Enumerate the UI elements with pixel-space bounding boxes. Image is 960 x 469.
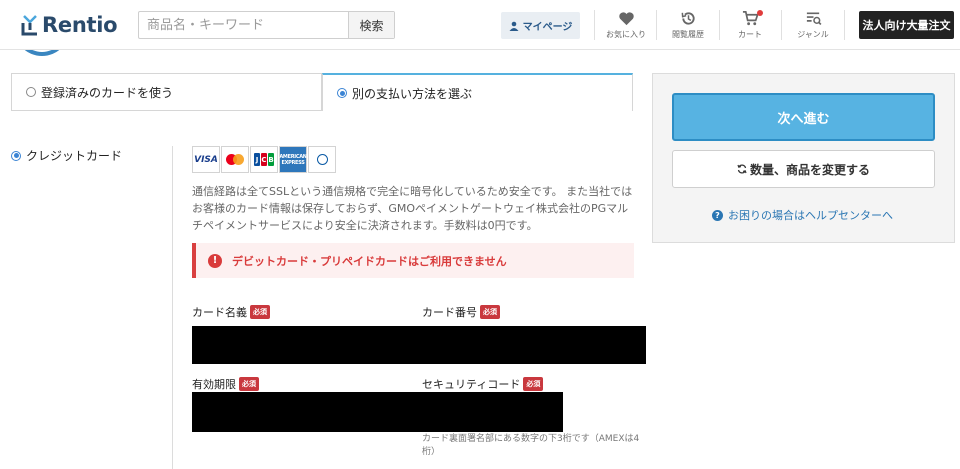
business-order-button[interactable]: 法人向け大量注文 bbox=[859, 11, 954, 39]
card-name-label: カード名義 必須 bbox=[192, 304, 270, 320]
header-divider bbox=[781, 10, 782, 40]
jcb-icon: J C B bbox=[250, 146, 278, 173]
mypage-label: マイページ bbox=[522, 22, 573, 33]
expiry-and-security-fields-redacted[interactable] bbox=[192, 392, 563, 432]
alert-text: デビットカード・プリペイドカードはご利用できません bbox=[232, 254, 507, 268]
tab-other-method-label: 別の支払い方法を選ぶ bbox=[352, 86, 473, 101]
header-divider bbox=[844, 10, 845, 40]
step-indicator-arc bbox=[12, 50, 72, 62]
rentio-logo[interactable]: Rentio bbox=[20, 12, 118, 38]
cart-label: カート bbox=[738, 30, 762, 39]
logo-mark-icon bbox=[21, 15, 37, 36]
genre-link[interactable]: ジャンル bbox=[783, 10, 843, 42]
user-icon bbox=[509, 21, 519, 31]
cart-icon bbox=[742, 11, 759, 26]
amex-icon: AMERICAN EXPRESS bbox=[279, 146, 307, 173]
credit-card-label: クレジットカード bbox=[26, 149, 123, 163]
search-button[interactable]: 検索 bbox=[348, 12, 394, 38]
refresh-icon bbox=[737, 164, 747, 174]
cart-link[interactable]: カート bbox=[720, 10, 780, 42]
cart-badge bbox=[757, 10, 763, 16]
tab-registered-card-label: 登録済みのカードを使う bbox=[41, 85, 174, 100]
expiry-label: 有効期限 必須 bbox=[192, 376, 259, 392]
security-description: 通信経路は全てSSLという通信規格で完全に暗号化しているため安全です。 また当社… bbox=[192, 185, 633, 232]
header-divider bbox=[594, 10, 595, 40]
visa-label: VISA bbox=[194, 154, 218, 165]
visa-icon: VISA bbox=[192, 146, 220, 173]
heart-icon bbox=[618, 12, 634, 26]
payment-tabs: 登録済みのカードを使う 別の支払い方法を選ぶ bbox=[11, 73, 633, 111]
tab-other-method[interactable]: 別の支払い方法を選ぶ bbox=[322, 73, 633, 111]
favorites-link[interactable]: お気に入り bbox=[596, 10, 656, 42]
required-badge: 必須 bbox=[250, 305, 270, 319]
next-button[interactable]: 次へ進む bbox=[672, 93, 935, 141]
site-header: Rentio 検索 マイページ お気に入り 閲覧履歴 bbox=[0, 0, 960, 50]
method-divider bbox=[172, 146, 173, 469]
header-divider bbox=[656, 10, 657, 40]
history-link[interactable]: 閲覧履歴 bbox=[658, 10, 718, 42]
mastercard-icon bbox=[221, 146, 249, 173]
card-number-label: カード番号 必須 bbox=[422, 304, 500, 320]
diners-club-icon bbox=[308, 146, 336, 173]
search-bar: 検索 bbox=[138, 11, 395, 39]
radio-credit-card[interactable] bbox=[11, 150, 21, 161]
card-name-and-number-fields-redacted[interactable] bbox=[192, 326, 646, 364]
debit-card-alert: ! デビットカード・プリペイドカードはご利用できません bbox=[192, 243, 634, 278]
alert-icon: ! bbox=[208, 253, 222, 268]
tab-registered-card[interactable]: 登録済みのカードを使う bbox=[11, 73, 322, 111]
history-icon bbox=[681, 12, 695, 25]
mypage-button[interactable]: マイページ bbox=[501, 12, 580, 39]
amex-label: AMERICAN EXPRESS bbox=[279, 153, 307, 166]
required-badge: 必須 bbox=[480, 305, 500, 319]
credit-card-option[interactable]: クレジットカード bbox=[11, 147, 122, 164]
radio-other-method[interactable] bbox=[337, 88, 347, 98]
question-icon: ? bbox=[712, 209, 723, 221]
change-quantity-label: 数量、商品を変更する bbox=[749, 162, 870, 177]
history-label: 閲覧履歴 bbox=[672, 30, 704, 39]
security-code-hint: カード裏面署名部にある数字の下3桁です（AMEXは4桁） bbox=[422, 434, 640, 457]
security-code-label: セキュリティコード 必須 bbox=[422, 376, 544, 392]
card-brand-logos: VISA J C B AMERICAN EXPRESS bbox=[192, 146, 336, 173]
help-center-label: お困りの場合はヘルプセンターへ bbox=[728, 209, 893, 222]
favorites-label: お気に入り bbox=[606, 30, 646, 39]
help-center-link[interactable]: ? お困りの場合はヘルプセンターへ bbox=[712, 207, 893, 223]
radio-registered-card[interactable] bbox=[26, 87, 36, 97]
change-quantity-button[interactable]: 数量、商品を変更する bbox=[672, 150, 935, 188]
genre-label: ジャンル bbox=[797, 30, 829, 39]
required-badge: 必須 bbox=[239, 377, 259, 391]
genre-icon bbox=[806, 12, 821, 26]
search-input[interactable] bbox=[139, 12, 348, 38]
required-badge: 必須 bbox=[523, 377, 544, 391]
logo-text: Rentio bbox=[42, 13, 118, 37]
